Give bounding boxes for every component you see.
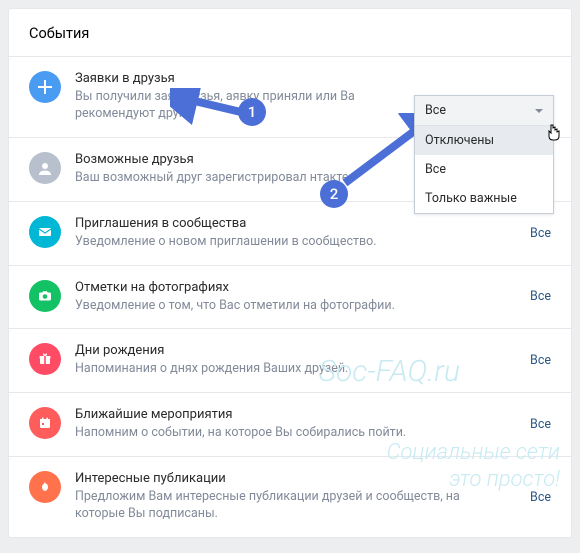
gift-icon bbox=[29, 343, 61, 375]
cursor-icon bbox=[546, 124, 562, 146]
row-texts: Приглашения в сообщества Уведомление о н… bbox=[75, 216, 530, 251]
annotation-badge: 2 bbox=[320, 180, 348, 208]
row-value-link[interactable]: Все bbox=[530, 289, 551, 304]
calendar-icon bbox=[29, 407, 61, 439]
row-title: Приглашения в сообщества bbox=[75, 216, 470, 231]
row-title: Дни рождения bbox=[75, 343, 470, 358]
row-desc: Напомним о событии, на которое Вы собира… bbox=[75, 425, 470, 442]
mail-icon bbox=[29, 216, 61, 248]
event-row: Отметки на фотографиях Уведомление о том… bbox=[9, 266, 571, 330]
chevron-down-icon bbox=[535, 109, 543, 113]
row-desc: Предложим Вам интересные публикации друз… bbox=[75, 489, 470, 523]
row-title: Ближайшие мероприятия bbox=[75, 407, 470, 422]
dropdown-option[interactable]: Все bbox=[415, 155, 553, 184]
card-header: События bbox=[9, 9, 571, 57]
row-title: Заявки в друзья bbox=[75, 71, 401, 86]
row-value-link[interactable]: Все bbox=[530, 226, 551, 241]
annotation-number: 2 bbox=[320, 180, 348, 208]
annotation-badge: 1 bbox=[238, 98, 266, 126]
row-desc: Напоминания о днях рождения Ваших друзей… bbox=[75, 361, 470, 378]
annotation-number: 1 bbox=[238, 98, 266, 126]
dropdown-selected[interactable]: Все bbox=[415, 96, 553, 126]
row-texts: Ближайшие мероприятия Напомним о событии… bbox=[75, 407, 530, 442]
dropdown-option[interactable]: Только важные bbox=[415, 184, 553, 213]
row-texts: Интересные публикации Предложим Вам инте… bbox=[75, 471, 530, 523]
settings-card: События Заявки в друзья Вы получили заяв… bbox=[8, 8, 572, 538]
row-title: Интересные публикации bbox=[75, 471, 470, 486]
event-row: Ближайшие мероприятия Напомним о событии… bbox=[9, 393, 571, 457]
camera-icon bbox=[29, 280, 61, 312]
row-texts: Дни рождения Напоминания о днях рождения… bbox=[75, 343, 530, 378]
event-row: Интересные публикации Предложим Вам инте… bbox=[9, 457, 571, 537]
row-value-link[interactable]: Все bbox=[530, 353, 551, 368]
dropdown-option[interactable]: Отключены bbox=[415, 126, 553, 155]
plus-icon bbox=[29, 71, 61, 103]
row-desc: Уведомление о том, что Вас отметили на ф… bbox=[75, 298, 470, 315]
event-row: Дни рождения Напоминания о днях рождения… bbox=[9, 329, 571, 393]
row-texts: Отметки на фотографиях Уведомление о том… bbox=[75, 280, 530, 315]
row-value-link[interactable]: Все bbox=[530, 490, 551, 505]
fire-icon bbox=[29, 471, 61, 503]
row-value-link[interactable]: Все bbox=[530, 417, 551, 432]
row-title: Отметки на фотографиях bbox=[75, 280, 470, 295]
person-icon bbox=[29, 152, 61, 184]
value-dropdown[interactable]: Все Отключены Все Только важные bbox=[414, 95, 554, 214]
row-desc: Уведомление о новом приглашении в сообще… bbox=[75, 234, 470, 251]
